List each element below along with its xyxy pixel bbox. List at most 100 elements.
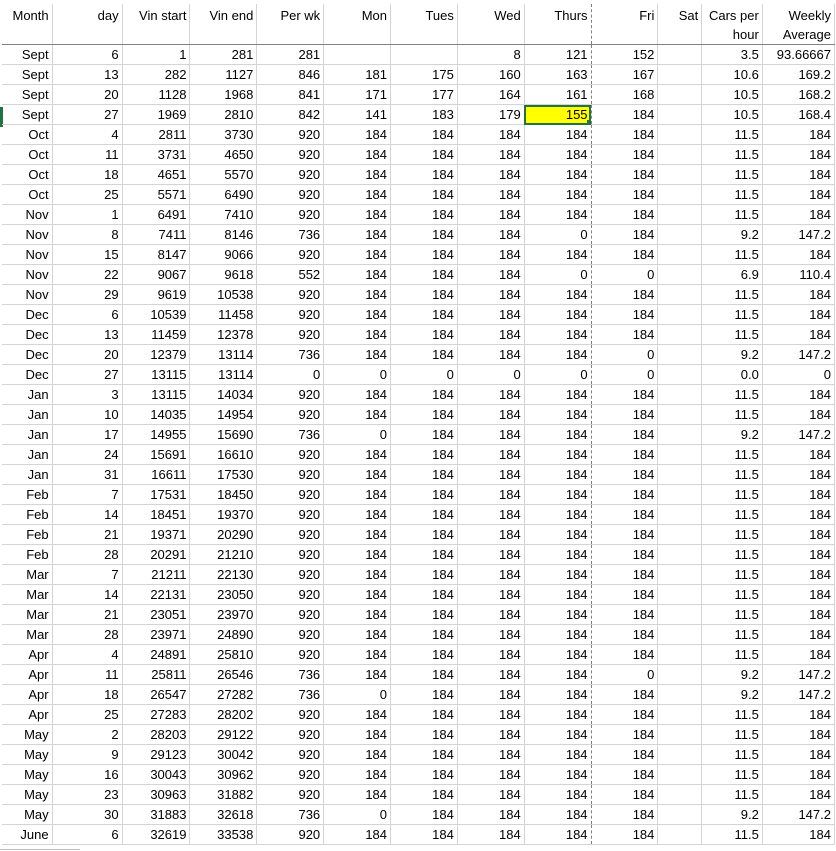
cell-vin-end[interactable]: 10538 bbox=[189, 284, 258, 305]
cell-fri[interactable]: 184 bbox=[591, 284, 659, 305]
cell-vin-start[interactable]: 16611 bbox=[122, 464, 191, 485]
cell-mon[interactable]: 171 bbox=[323, 84, 392, 105]
cell-fri[interactable]: 184 bbox=[591, 644, 659, 665]
cell-month[interactable]: Oct bbox=[2, 144, 53, 165]
cell-fri[interactable]: 184 bbox=[591, 124, 659, 145]
header-cell-tues[interactable]: Tues bbox=[390, 4, 458, 45]
cell-vin-start[interactable]: 31883 bbox=[122, 804, 191, 825]
cell-fri[interactable]: 184 bbox=[591, 544, 659, 565]
cell-vin-end[interactable]: 7410 bbox=[189, 204, 258, 225]
cell-thurs[interactable]: 0 bbox=[524, 224, 592, 245]
cell-vin-end[interactable]: 23050 bbox=[189, 584, 258, 605]
cell-tues[interactable]: 184 bbox=[390, 464, 458, 485]
cell-tues[interactable]: 184 bbox=[390, 584, 458, 605]
cell-month[interactable]: Apr bbox=[2, 704, 53, 725]
cell-sat[interactable] bbox=[657, 564, 703, 585]
cell-fri[interactable]: 184 bbox=[591, 404, 659, 425]
cell-sat[interactable] bbox=[657, 364, 703, 385]
cell-mon[interactable]: 184 bbox=[323, 784, 392, 805]
cell-wed[interactable]: 179 bbox=[457, 104, 525, 125]
cell-vin-start[interactable]: 15691 bbox=[122, 444, 191, 465]
cell-month[interactable]: Dec bbox=[2, 324, 53, 345]
cell-thurs[interactable]: 0 bbox=[524, 364, 592, 385]
cell-mon[interactable]: 184 bbox=[323, 664, 392, 685]
cell-per-wk[interactable]: 920 bbox=[256, 644, 325, 665]
cell-sat[interactable] bbox=[657, 244, 703, 265]
cell-cars-per-hour[interactable]: 9.2 bbox=[701, 424, 763, 445]
cell-mon[interactable]: 184 bbox=[323, 824, 392, 845]
cell-fri[interactable]: 184 bbox=[591, 824, 659, 845]
cell-mon[interactable]: 184 bbox=[323, 724, 392, 745]
cell-vin-start[interactable]: 1969 bbox=[122, 104, 191, 125]
cell-vin-start[interactable]: 24891 bbox=[122, 644, 191, 665]
cell-weekly-average[interactable]: 184 bbox=[762, 584, 836, 605]
cell-thurs[interactable]: 184 bbox=[524, 524, 592, 545]
cell-day[interactable]: 25 bbox=[52, 184, 123, 205]
cell-vin-start[interactable]: 10539 bbox=[122, 304, 191, 325]
cell-per-wk[interactable]: 841 bbox=[256, 84, 325, 105]
cell-vin-end[interactable]: 18450 bbox=[189, 484, 258, 505]
cell-fri[interactable]: 184 bbox=[591, 164, 659, 185]
cell-weekly-average[interactable]: 147.2 bbox=[762, 224, 836, 245]
cell-month[interactable]: May bbox=[2, 764, 53, 785]
cell-month[interactable]: May bbox=[2, 784, 53, 805]
cell-cars-per-hour[interactable]: 0.0 bbox=[701, 364, 763, 385]
cell-sat[interactable] bbox=[657, 744, 703, 765]
cell-thurs[interactable]: 184 bbox=[524, 324, 592, 345]
cell-day[interactable]: 8 bbox=[52, 224, 123, 245]
cell-weekly-average[interactable]: 184 bbox=[762, 184, 836, 205]
cell-weekly-average[interactable]: 184 bbox=[762, 784, 836, 805]
cell-sat[interactable] bbox=[657, 384, 703, 405]
cell-per-wk[interactable]: 920 bbox=[256, 824, 325, 845]
cell-month[interactable]: Apr bbox=[2, 644, 53, 665]
cell-vin-start[interactable]: 14955 bbox=[122, 424, 191, 445]
cell-per-wk[interactable]: 736 bbox=[256, 664, 325, 685]
cell-thurs[interactable]: 184 bbox=[524, 704, 592, 725]
cell-wed[interactable]: 184 bbox=[457, 644, 525, 665]
cell-thurs[interactable]: 184 bbox=[524, 564, 592, 585]
header-cell-weekly-average[interactable]: Weekly Average bbox=[762, 4, 836, 45]
cell-cars-per-hour[interactable]: 11.5 bbox=[701, 824, 763, 845]
cell-cars-per-hour[interactable]: 9.2 bbox=[701, 224, 763, 245]
cell-sat[interactable] bbox=[657, 344, 703, 365]
cell-mon[interactable]: 184 bbox=[323, 304, 392, 325]
cell-vin-start[interactable]: 14035 bbox=[122, 404, 191, 425]
cell-cars-per-hour[interactable]: 11.5 bbox=[701, 164, 763, 185]
cell-thurs[interactable]: 184 bbox=[524, 604, 592, 625]
cell-vin-end[interactable]: 3730 bbox=[189, 124, 258, 145]
cell-vin-start[interactable]: 30043 bbox=[122, 764, 191, 785]
cell-vin-start[interactable]: 1128 bbox=[122, 84, 191, 105]
cell-thurs[interactable]: 184 bbox=[524, 304, 592, 325]
cell-weekly-average[interactable]: 184 bbox=[762, 384, 836, 405]
cell-vin-end[interactable]: 1968 bbox=[189, 84, 258, 105]
cell-wed[interactable]: 164 bbox=[457, 84, 525, 105]
cell-per-wk[interactable]: 920 bbox=[256, 244, 325, 265]
cell-month[interactable]: Mar bbox=[2, 584, 53, 605]
cell-vin-end[interactable]: 30042 bbox=[189, 744, 258, 765]
cell-mon[interactable]: 184 bbox=[323, 584, 392, 605]
cell-wed[interactable]: 184 bbox=[457, 144, 525, 165]
header-cell-mon[interactable]: Mon bbox=[323, 4, 392, 45]
cell-per-wk[interactable]: 920 bbox=[256, 584, 325, 605]
cell-month[interactable]: Feb bbox=[2, 544, 53, 565]
cell-day[interactable]: 22 bbox=[52, 264, 123, 285]
cell-vin-start[interactable]: 4651 bbox=[122, 164, 191, 185]
cell-wed[interactable]: 184 bbox=[457, 384, 525, 405]
cell-weekly-average[interactable]: 168.2 bbox=[762, 84, 836, 105]
cell-vin-start[interactable]: 25811 bbox=[122, 664, 191, 685]
cell-fri[interactable]: 184 bbox=[591, 524, 659, 545]
cell-fri[interactable]: 184 bbox=[591, 204, 659, 225]
cell-weekly-average[interactable]: 184 bbox=[762, 764, 836, 785]
cell-day[interactable]: 20 bbox=[52, 344, 123, 365]
cell-fri[interactable]: 184 bbox=[591, 744, 659, 765]
cell-thurs[interactable]: 184 bbox=[524, 744, 592, 765]
cell-vin-start[interactable]: 21211 bbox=[122, 564, 191, 585]
cell-weekly-average[interactable]: 184 bbox=[762, 204, 836, 225]
cell-thurs[interactable]: 184 bbox=[524, 664, 592, 685]
cell-sat[interactable] bbox=[657, 144, 703, 165]
cell-day[interactable]: 14 bbox=[52, 584, 123, 605]
cell-mon[interactable]: 184 bbox=[323, 544, 392, 565]
cell-fri[interactable]: 184 bbox=[591, 764, 659, 785]
cell-cars-per-hour[interactable]: 11.5 bbox=[701, 504, 763, 525]
cell-thurs[interactable]: 184 bbox=[524, 764, 592, 785]
